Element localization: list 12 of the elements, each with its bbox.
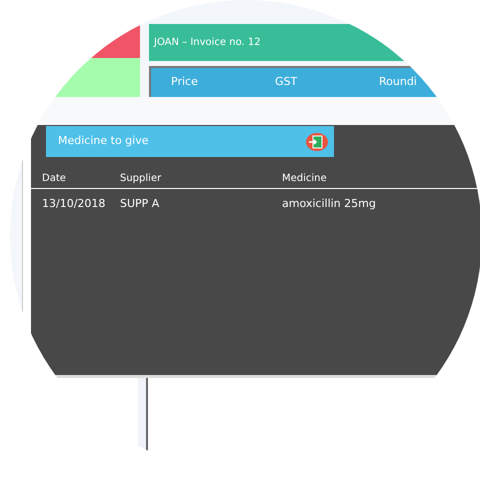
panel-title: Medicine to give (58, 133, 148, 150)
invoice-title: JOAN – Invoice no. 12 (154, 36, 261, 50)
exit-icon[interactable] (306, 132, 328, 152)
column-header: Date (42, 172, 67, 186)
column-header: Roundi (379, 74, 418, 90)
column-header: Supplier (120, 172, 162, 186)
column-header: Price (171, 74, 199, 90)
table-cell-text: SUPP A (120, 196, 160, 212)
column-header: GST (275, 74, 298, 90)
column-header: Medicine (282, 172, 328, 186)
table-cell-text: amoxicillin 25mg (282, 196, 377, 212)
table-cell-text: 13/10/2018 (42, 196, 106, 212)
